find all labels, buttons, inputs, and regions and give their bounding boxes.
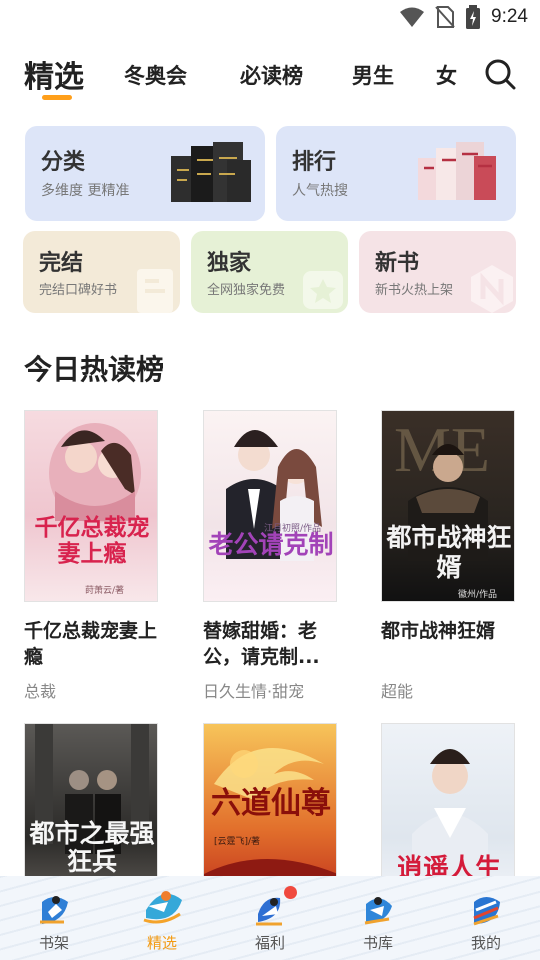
cover-title: 都市之最强狂兵 <box>29 819 155 876</box>
nav-wode[interactable]: 我的 <box>446 876 526 960</box>
book-tag: 日久生情·甜宠 <box>203 682 305 701</box>
nav-fuli[interactable]: 福利 <box>230 876 310 960</box>
book-item[interactable]: ME 都市战神狂婿 徽州/作品 都市战神狂婿 超能 <box>381 410 517 701</box>
nav-jingxuan[interactable]: 精选 <box>122 876 202 960</box>
book-title[interactable]: 都市战神狂婿 <box>381 618 515 644</box>
section-title: 今日热读榜 <box>24 353 165 386</box>
nav-label: 我的 <box>470 934 501 952</box>
cover-title: 都市战神狂婿 <box>386 523 512 582</box>
ranking-books-illustration <box>418 142 496 200</box>
card-title: 独家 <box>207 251 252 276</box>
card-title: 分类 <box>41 150 86 175</box>
notification-badge <box>284 886 297 899</box>
skater-icon <box>40 896 68 924</box>
exclusive-star-watermark-icon <box>303 271 343 309</box>
card-subtitle: 人气热搜 <box>292 183 348 199</box>
nav-label: 书架 <box>38 934 69 952</box>
bottom-nav-bar: 书架 精选 福利 书库 我的 <box>0 876 540 960</box>
category-card-wanjie[interactable]: 完结 完结口碑好书 <box>23 231 180 313</box>
new-badge-watermark-icon <box>471 265 513 313</box>
card-title: 完结 <box>39 251 84 276</box>
card-title: 排行 <box>292 150 337 175</box>
battery-charging-icon <box>466 5 481 29</box>
snowboard-icon <box>364 897 392 925</box>
card-subtitle: 全网独家免费 <box>207 283 286 298</box>
no-sim-icon <box>435 6 455 28</box>
speed-skater-icon <box>256 897 282 926</box>
cover-title: 老公请克制 <box>208 530 334 559</box>
card-subtitle: 多维度 更精准 <box>41 183 130 199</box>
card-subtitle: 完结口碑好书 <box>39 283 118 298</box>
book-cover[interactable]: ME 都市战神狂婿 徽州/作品 <box>381 410 515 602</box>
tab-nv[interactable]: 女 <box>436 60 457 90</box>
cover-author: 江月初照/作品 <box>264 524 322 534</box>
skier-icon <box>143 891 182 924</box>
cover-illustration <box>49 423 141 523</box>
top-tab-bar: 精选 冬奥会 必读榜 男生 女 <box>0 50 540 106</box>
tab-bidubang[interactable]: 必读榜 <box>240 60 303 90</box>
status-bar: 9:24 <box>0 0 540 36</box>
tab-dongaohui[interactable]: 冬奥会 <box>124 60 187 90</box>
cover-author: 莳萧云/著 <box>85 586 125 596</box>
book-item[interactable]: 千亿总裁宠妻上瘾 莳萧云/著 千亿总裁宠妻上瘾 总裁 <box>24 410 160 701</box>
search-icon[interactable] <box>484 58 516 90</box>
card-title: 新书 <box>375 251 420 276</box>
nav-label: 福利 <box>254 934 285 952</box>
category-card-paihang[interactable]: 排行 人气热搜 <box>276 126 516 221</box>
category-card-fenlei[interactable]: 分类 多维度 更精准 <box>25 126 265 221</box>
book-title[interactable]: 替嫁甜婚：老公，请克制... <box>203 618 337 670</box>
book-tag: 超能 <box>381 682 414 701</box>
cover-illustration <box>226 430 322 561</box>
book-item[interactable]: 老公请克制 江月初照/作品 替嫁甜婚：老公，请克制... 日久生情·甜宠 <box>203 410 339 701</box>
book-cover[interactable]: 千亿总裁宠妻上瘾 莳萧云/著 <box>24 410 158 602</box>
tab-jingxuan[interactable]: 精选 <box>24 52 84 96</box>
tab-nansheng[interactable]: 男生 <box>352 60 394 90</box>
category-card-xinshu[interactable]: 新书 新书火热上架 <box>359 231 516 313</box>
wifi-icon <box>400 7 425 27</box>
cover-title: 六道仙尊 <box>211 786 331 821</box>
book-tag: 总裁 <box>24 682 57 701</box>
book-cover[interactable]: 老公请克制 江月初照/作品 <box>203 410 337 602</box>
status-time: 9:24 <box>491 6 528 27</box>
card-subtitle: 新书火热上架 <box>375 283 454 298</box>
nav-shuku[interactable]: 书库 <box>338 876 418 960</box>
category-card-dujia[interactable]: 独家 全网独家免费 <box>191 231 348 313</box>
active-tab-indicator <box>42 95 72 100</box>
book-title[interactable]: 千亿总裁宠妻上瘾 <box>24 618 158 670</box>
ski-jump-icon <box>473 897 500 926</box>
book-stack-illustration <box>171 142 251 202</box>
nav-shujia[interactable]: 书架 <box>14 876 94 960</box>
completed-book-watermark-icon <box>137 269 173 313</box>
nav-label: 精选 <box>146 934 177 952</box>
nav-label: 书库 <box>362 934 393 952</box>
cover-author: [云霆飞]/著 <box>214 837 261 847</box>
cover-author: 徽州/作品 <box>458 590 498 600</box>
cover-title: 千亿总裁宠妻上瘾 <box>34 514 150 567</box>
